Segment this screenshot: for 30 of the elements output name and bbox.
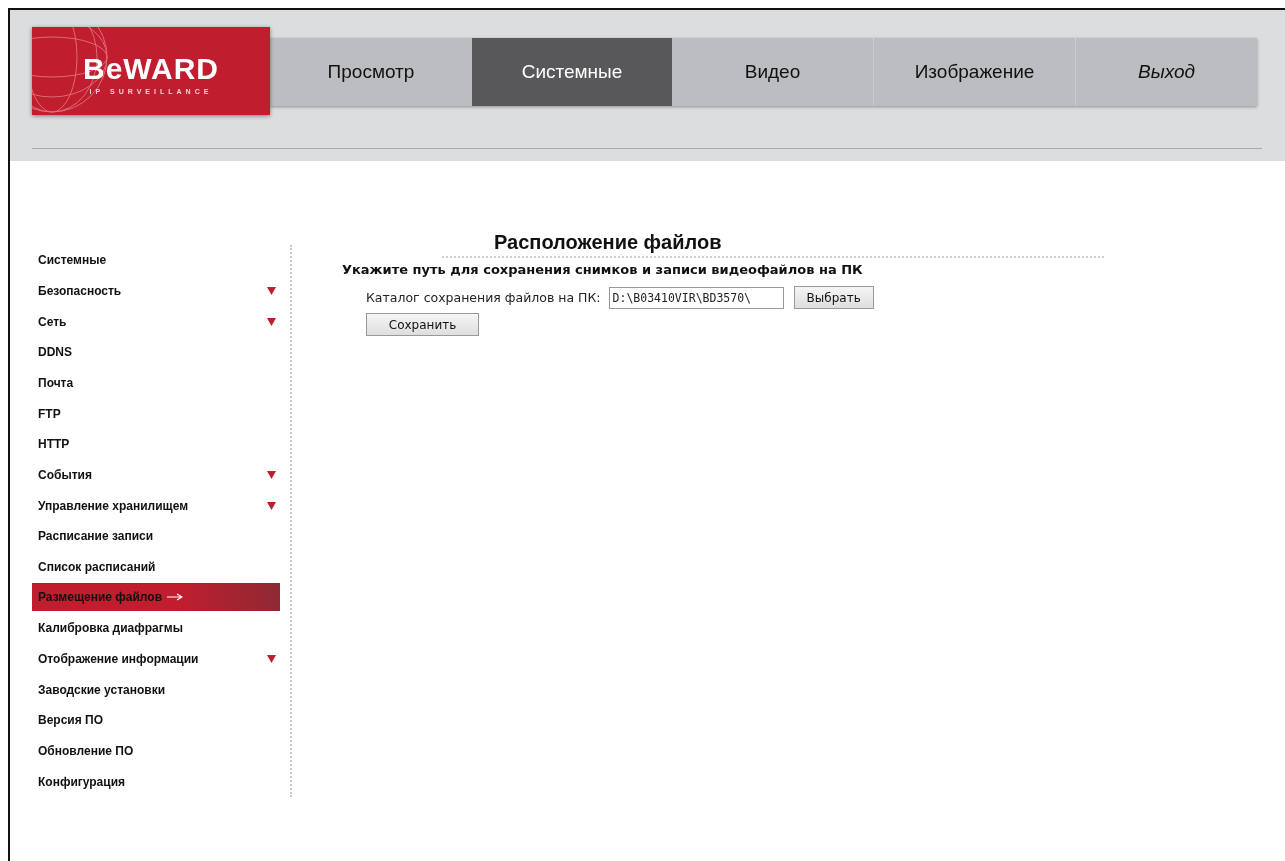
browse-button[interactable]: Выбрать bbox=[793, 286, 874, 309]
sidebar-item[interactable]: HTTP bbox=[32, 428, 280, 460]
save-button[interactable]: Сохранить bbox=[366, 313, 479, 336]
nav-tab[interactable]: Видео bbox=[672, 38, 873, 106]
sidebar-item[interactable]: Отображение информации bbox=[32, 643, 280, 675]
arrow-icon bbox=[167, 592, 184, 601]
sidebar-item[interactable]: FTP bbox=[32, 398, 280, 429]
brand-name: BeWARD bbox=[83, 51, 219, 86]
sidebar-item[interactable]: Обновление ПО bbox=[32, 735, 280, 767]
sidebar-item[interactable]: Безопасность bbox=[32, 275, 280, 307]
nav-tab[interactable]: Просмотр bbox=[270, 38, 472, 106]
sidebar-item[interactable]: Сеть bbox=[32, 306, 280, 337]
sidebar-item[interactable]: Калибровка диафрагмы bbox=[32, 613, 280, 644]
sidebar-item[interactable]: Список расписаний bbox=[32, 551, 280, 583]
sidebar-item[interactable]: Конфигурация bbox=[32, 766, 280, 797]
nav-tab[interactable]: Выход bbox=[1075, 38, 1257, 106]
sidebar-item[interactable]: DDNS bbox=[32, 336, 280, 368]
sidebar-item[interactable]: Почта bbox=[32, 367, 280, 399]
sidebar-item[interactable]: Управление хранилищем bbox=[32, 490, 280, 521]
sidebar-item[interactable]: Заводские установки bbox=[32, 674, 280, 706]
field-label: Каталог сохранения файлов на ПК: bbox=[366, 290, 601, 305]
nav-tab[interactable]: Системные bbox=[472, 38, 672, 106]
sidebar-item[interactable]: События bbox=[32, 459, 280, 491]
sidebar-item[interactable]: Расписание записи bbox=[32, 520, 280, 552]
page-title: Расположение файлов bbox=[442, 231, 1104, 258]
section-heading: Укажите путь для сохранения снимков и записи видеофайлов на ПК bbox=[342, 262, 864, 277]
sidebar-item[interactable]: Версия ПО bbox=[32, 705, 280, 736]
nav-tab[interactable]: Изображение bbox=[873, 38, 1075, 106]
sidebar-item[interactable]: Системные bbox=[32, 245, 280, 276]
path-input[interactable]: D:\B03410VIR\BD3570\ bbox=[608, 286, 784, 309]
